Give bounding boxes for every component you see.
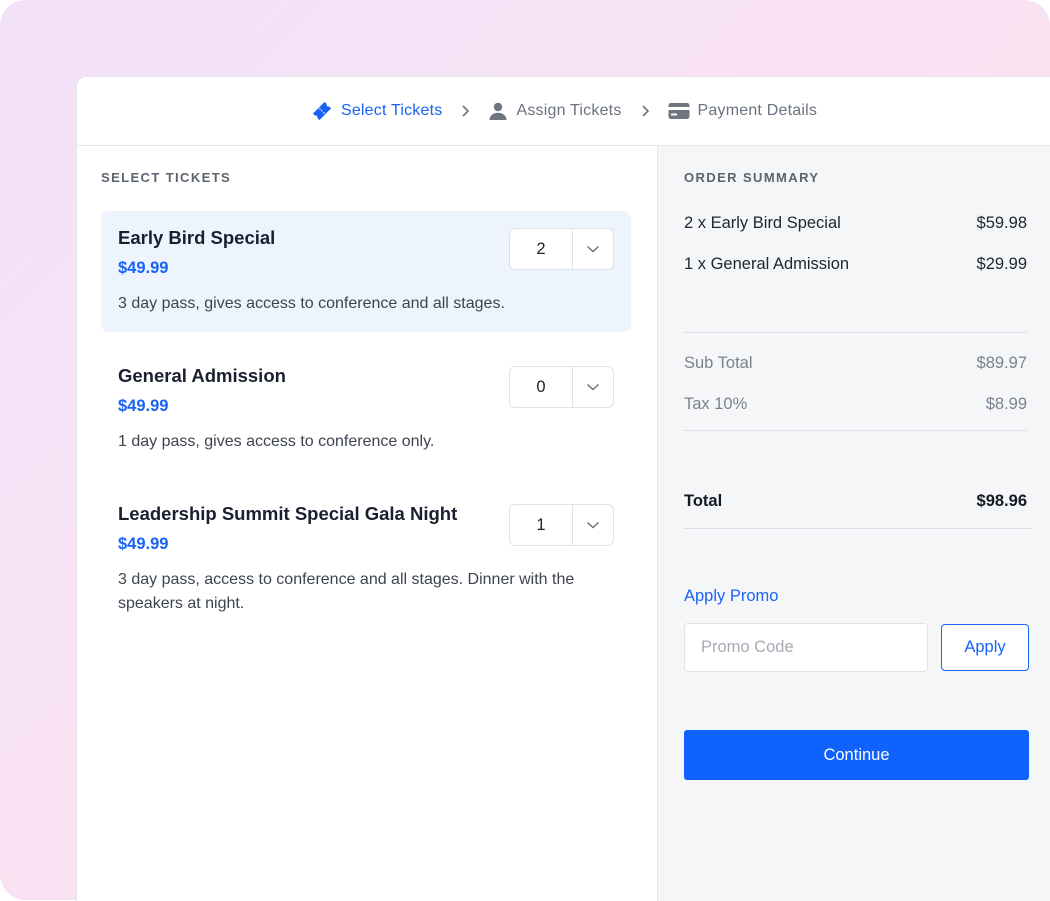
line-item-amount: $59.98 [976, 214, 1027, 232]
divider [684, 332, 1027, 333]
total-amount: $98.96 [976, 492, 1027, 510]
step-assign-tickets[interactable]: Assign Tickets [488, 101, 621, 121]
ticket-card[interactable]: General Admission $49.99 0 1 day pass, g… [101, 349, 631, 470]
subtotal-amount: $89.97 [976, 354, 1027, 372]
step-payment-details[interactable]: Payment Details [668, 102, 818, 120]
ticket-name: Leadership Summit Special Gala Night [118, 503, 458, 524]
checkout-window: Select Tickets Assign Tickets Payment De… [76, 76, 1050, 901]
step-select-tickets[interactable]: Select Tickets [311, 100, 443, 122]
step-label: Payment Details [697, 102, 818, 119]
ticket-price: $49.99 [118, 535, 169, 553]
total-row: Total $98.96 [684, 492, 1027, 511]
apply-promo-button[interactable]: Apply [941, 624, 1029, 671]
order-summary-panel: ORDER SUMMARY 2 x Early Bird Special $59… [657, 146, 1050, 901]
ticket-name: General Admission [118, 365, 286, 386]
tax-label: Tax 10% [684, 395, 748, 413]
continue-button[interactable]: Continue [684, 730, 1029, 780]
person-icon [488, 101, 508, 121]
summary-line-item: 1 x General Admission $29.99 [684, 255, 1027, 274]
ticket-icon [311, 100, 333, 122]
chevron-right-icon [640, 104, 650, 118]
line-item-label: 2 x Early Bird Special [684, 214, 841, 232]
chevron-down-icon[interactable] [573, 367, 613, 407]
chevron-down-icon[interactable] [573, 229, 613, 269]
quantity-select[interactable]: 2 [509, 228, 614, 270]
ticket-price: $49.99 [118, 259, 169, 277]
ticket-price: $49.99 [118, 397, 169, 415]
chevron-down-icon[interactable] [573, 505, 613, 545]
chevron-right-icon [460, 104, 470, 118]
quantity-select[interactable]: 0 [509, 366, 614, 408]
step-label: Assign Tickets [516, 102, 622, 119]
ticket-card[interactable]: Early Bird Special $49.99 2 3 day pass, … [101, 211, 631, 332]
divider [684, 430, 1027, 431]
promo-code-input[interactable] [684, 623, 928, 672]
line-item-amount: $29.99 [976, 255, 1027, 273]
section-title: SELECT TICKETS [101, 170, 232, 185]
ticket-description: 3 day pass, gives access to conference a… [118, 295, 505, 312]
tax-amount: $8.99 [985, 395, 1027, 413]
ticket-card[interactable]: Leadership Summit Special Gala Night $49… [101, 487, 631, 627]
step-label: Select Tickets [340, 102, 443, 119]
tax-row: Tax 10% $8.99 [684, 395, 1027, 414]
quantity-value: 2 [510, 229, 573, 269]
credit-card-icon [668, 102, 690, 120]
line-item-label: 1 x General Admission [684, 255, 850, 273]
subtotal-label: Sub Total [684, 354, 753, 372]
section-title: ORDER SUMMARY [684, 170, 820, 185]
divider [684, 528, 1033, 529]
ticket-description: 3 day pass, access to conference and all… [118, 571, 575, 612]
total-label: Total [684, 492, 723, 510]
quantity-value: 0 [510, 367, 573, 407]
subtotal-row: Sub Total $89.97 [684, 354, 1027, 373]
ticket-description: 1 day pass, gives access to conference o… [118, 433, 435, 450]
quantity-select[interactable]: 1 [509, 504, 614, 546]
quantity-value: 1 [510, 505, 573, 545]
ticket-name: Early Bird Special [118, 227, 276, 248]
apply-promo-link[interactable]: Apply Promo [684, 587, 778, 606]
checkout-stepper: Select Tickets Assign Tickets Payment De… [77, 77, 1050, 146]
tickets-panel: SELECT TICKETS Early Bird Special $49.99… [77, 146, 657, 901]
summary-line-item: 2 x Early Bird Special $59.98 [684, 214, 1027, 233]
